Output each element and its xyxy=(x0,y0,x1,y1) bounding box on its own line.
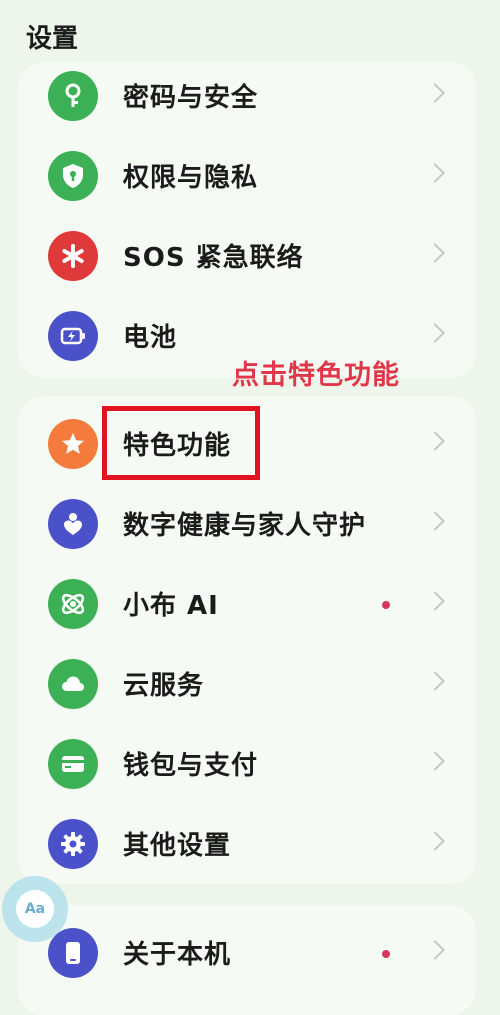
settings-group-1: 密码与安全 权限与隐私 SOS 紧急联络 电池 xyxy=(18,62,476,378)
settings-item-label: 其他设置 xyxy=(123,831,232,861)
card-icon xyxy=(48,739,98,789)
settings-item-sos[interactable]: SOS 紧急联络 xyxy=(18,216,476,296)
settings-item-label: 电池 xyxy=(123,323,178,353)
settings-item-label: 云服务 xyxy=(123,671,205,701)
settings-item-wallet-payment[interactable]: 钱包与支付 xyxy=(18,724,476,804)
notification-dot xyxy=(382,950,390,958)
chevron-right-icon xyxy=(425,671,445,691)
settings-item-password-security[interactable]: 密码与安全 xyxy=(18,56,476,136)
settings-item-label: 密码与安全 xyxy=(123,83,259,113)
chevron-right-icon xyxy=(425,323,445,343)
gear-icon xyxy=(48,819,98,869)
floating-magnifier-button[interactable]: Aa xyxy=(2,876,68,942)
shield-icon xyxy=(48,151,98,201)
chevron-right-icon xyxy=(425,831,445,851)
notification-dot xyxy=(382,601,390,609)
settings-group-3: 关于本机 xyxy=(18,905,476,1015)
chevron-right-icon xyxy=(425,591,445,611)
settings-item-label: 钱包与支付 xyxy=(123,751,259,781)
settings-item-about-phone[interactable]: 关于本机 xyxy=(18,913,476,993)
orbit-icon xyxy=(48,579,98,629)
settings-item-permissions-privacy[interactable]: 权限与隐私 xyxy=(18,136,476,216)
chevron-right-icon xyxy=(425,163,445,183)
cloud-icon xyxy=(48,659,98,709)
settings-item-label: 关于本机 xyxy=(123,940,232,970)
settings-item-label: 权限与隐私 xyxy=(123,163,259,193)
phone-icon xyxy=(48,928,98,978)
heart-person-icon xyxy=(48,499,98,549)
chevron-right-icon xyxy=(425,940,445,960)
chevron-right-icon xyxy=(425,431,445,451)
key-icon xyxy=(48,71,98,121)
battery-icon xyxy=(48,311,98,361)
text-size-icon: Aa xyxy=(16,890,54,928)
chevron-right-icon xyxy=(425,83,445,103)
highlight-box xyxy=(102,406,260,480)
page-title: 设置 xyxy=(26,24,79,54)
asterisk-icon xyxy=(48,231,98,281)
star-icon xyxy=(48,419,98,469)
chevron-right-icon xyxy=(425,511,445,531)
chevron-right-icon xyxy=(425,243,445,263)
settings-item-label: 数字健康与家人守护 xyxy=(123,511,367,541)
settings-item-xiaobu-ai[interactable]: 小布 AI xyxy=(18,564,476,644)
settings-item-other-settings[interactable]: 其他设置 xyxy=(18,804,476,884)
settings-item-cloud-service[interactable]: 云服务 xyxy=(18,644,476,724)
settings-item-label: 小布 AI xyxy=(123,591,219,621)
annotation-text: 点击特色功能 xyxy=(232,360,400,391)
settings-item-label: SOS 紧急联络 xyxy=(123,243,304,273)
settings-item-digital-health[interactable]: 数字健康与家人守护 xyxy=(18,484,476,564)
chevron-right-icon xyxy=(425,751,445,771)
